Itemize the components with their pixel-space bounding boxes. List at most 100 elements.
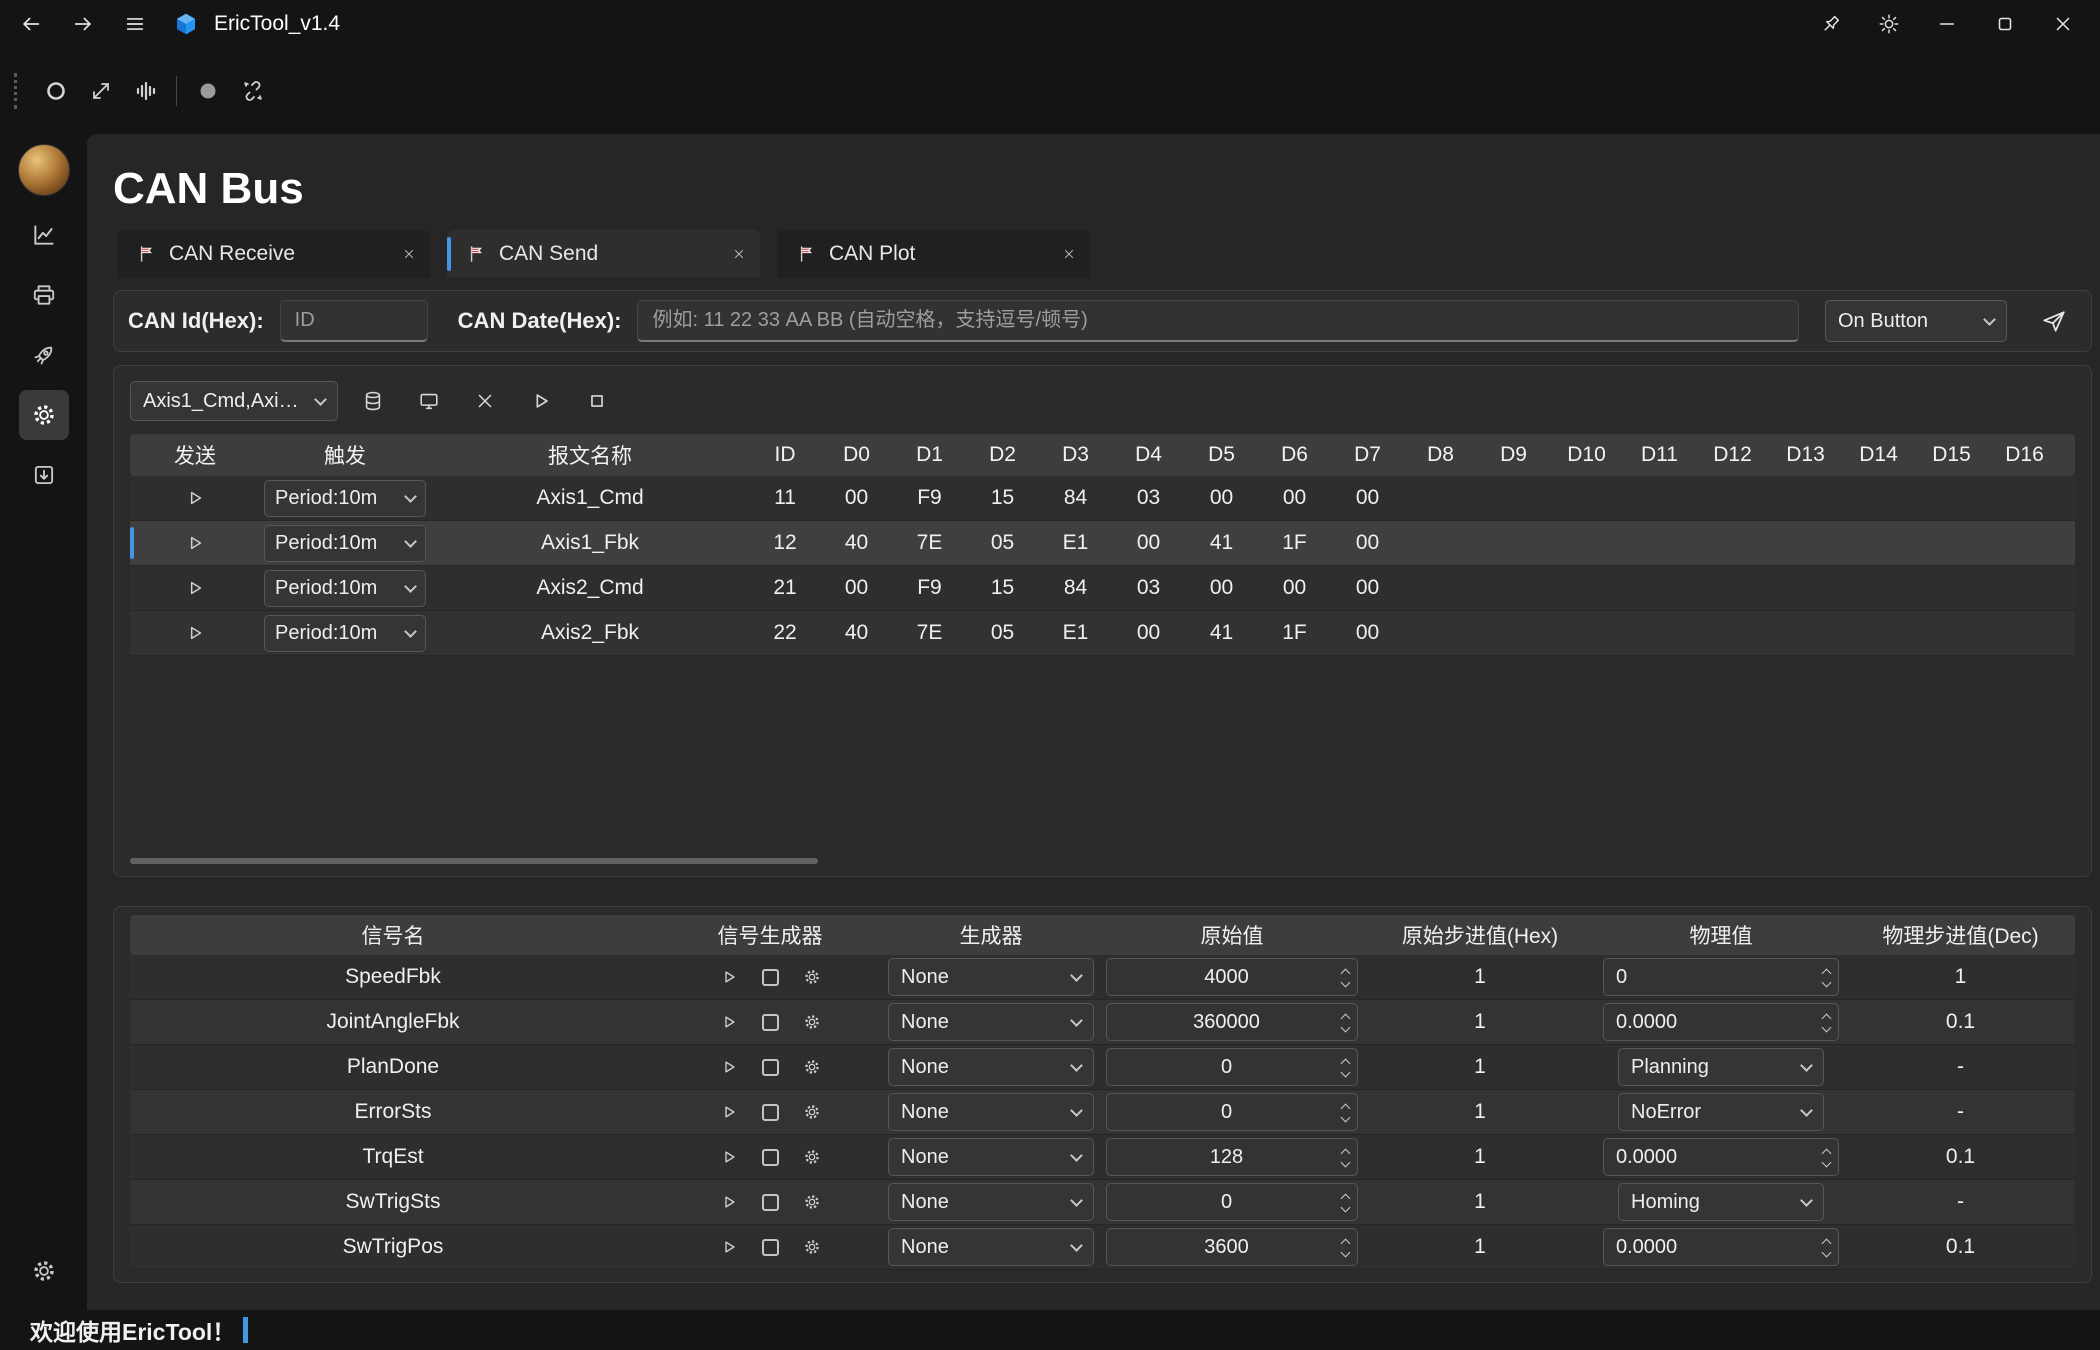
raw-value-spinner[interactable]: 0 (1106, 1048, 1358, 1086)
stop-button[interactable] (576, 380, 618, 422)
gear-panel-nav-button[interactable] (19, 390, 69, 440)
send-button[interactable] (2031, 298, 2077, 344)
tab-can-receive[interactable]: CAN Receive (117, 230, 430, 278)
spinner-buttons[interactable] (1823, 965, 1830, 990)
phys-value-spinner[interactable]: 0.0000 (1603, 1138, 1839, 1176)
spinner-buttons[interactable] (1342, 1100, 1349, 1125)
rocket-nav-button[interactable] (19, 330, 69, 380)
settings-nav-button[interactable] (19, 1246, 69, 1296)
status-circle-button[interactable] (33, 68, 78, 113)
can-id-input[interactable] (280, 300, 428, 342)
play-button[interactable] (520, 380, 562, 422)
import-nav-button[interactable] (19, 450, 69, 500)
play-icon[interactable] (720, 1103, 738, 1121)
phys-value-dropdown[interactable]: Planning (1618, 1048, 1824, 1086)
maximize-button[interactable] (1976, 3, 2034, 45)
generator-dropdown[interactable]: None (888, 1183, 1094, 1221)
checkbox-icon[interactable] (762, 969, 779, 986)
message-row[interactable]: Period:10mAxis1_Fbk12407E05E100411F00 (130, 521, 2075, 566)
close-button[interactable] (2034, 3, 2092, 45)
period-dropdown[interactable]: Period:10m (264, 615, 426, 652)
tab-close-icon[interactable] (1062, 247, 1076, 261)
checkbox-icon[interactable] (762, 1149, 779, 1166)
message-row[interactable]: Period:10mAxis1_Cmd1100F9158403000000 (130, 476, 2075, 521)
checkbox-icon[interactable] (762, 1104, 779, 1121)
forward-button[interactable] (60, 3, 106, 45)
generator-dropdown[interactable]: None (888, 1048, 1094, 1086)
checkbox-icon[interactable] (762, 1059, 779, 1076)
close-button[interactable] (464, 380, 506, 422)
raw-value-spinner[interactable]: 0 (1106, 1183, 1358, 1221)
phys-value-dropdown[interactable]: NoError (1618, 1093, 1824, 1131)
spinner-buttons[interactable] (1342, 965, 1349, 990)
gear-icon[interactable] (803, 968, 821, 986)
phys-value-spinner[interactable]: 0.0000 (1603, 1228, 1839, 1266)
play-icon[interactable] (720, 1238, 738, 1256)
message-row[interactable]: Period:10mAxis2_Fbk22407E05E100411F00 (130, 611, 2075, 656)
connect-button[interactable] (78, 68, 123, 113)
unlink-button[interactable] (230, 68, 275, 113)
phys-value-dropdown[interactable]: Homing (1618, 1183, 1824, 1221)
generator-dropdown[interactable]: None (888, 958, 1094, 996)
tab-close-icon[interactable] (402, 247, 416, 261)
play-icon[interactable] (720, 1193, 738, 1211)
back-button[interactable] (8, 3, 54, 45)
raw-value-spinner[interactable]: 128 (1106, 1138, 1358, 1176)
spinner-buttons[interactable] (1823, 1010, 1830, 1035)
spinner-buttons[interactable] (1342, 1235, 1349, 1260)
gear-icon[interactable] (803, 1238, 821, 1256)
raw-value-spinner[interactable]: 3600 (1106, 1228, 1358, 1266)
gear-icon[interactable] (803, 1058, 821, 1076)
play-icon[interactable] (185, 488, 205, 508)
spinner-buttons[interactable] (1823, 1145, 1830, 1170)
checkbox-icon[interactable] (762, 1194, 779, 1211)
raw-value-spinner[interactable]: 0 (1106, 1093, 1358, 1131)
play-icon[interactable] (720, 1058, 738, 1076)
gear-icon[interactable] (803, 1148, 821, 1166)
message-selector-dropdown[interactable]: Axis1_Cmd,Axi… (130, 381, 338, 421)
gear-icon[interactable] (803, 1193, 821, 1211)
menu-button[interactable] (112, 3, 158, 45)
theme-button[interactable] (1860, 3, 1918, 45)
user-avatar[interactable] (18, 144, 70, 196)
spinner-buttons[interactable] (1342, 1055, 1349, 1080)
spinner-buttons[interactable] (1823, 1235, 1830, 1260)
printer-nav-button[interactable] (19, 270, 69, 320)
generator-dropdown[interactable]: None (888, 1093, 1094, 1131)
gear-icon[interactable] (803, 1013, 821, 1031)
record-button[interactable] (185, 68, 230, 113)
database-button[interactable] (352, 380, 394, 422)
message-row[interactable]: Period:10mAxis2_Cmd2100F9158403000000 (130, 566, 2075, 611)
generator-dropdown[interactable]: None (888, 1003, 1094, 1041)
spinner-buttons[interactable] (1342, 1145, 1349, 1170)
chart-nav-button[interactable] (19, 210, 69, 260)
spinner-buttons[interactable] (1342, 1010, 1349, 1035)
checkbox-icon[interactable] (762, 1239, 779, 1256)
monitor-button[interactable] (408, 380, 450, 422)
pin-button[interactable] (1802, 3, 1860, 45)
play-icon[interactable] (720, 1013, 738, 1031)
phys-value-spinner[interactable]: 0.0000 (1603, 1003, 1839, 1041)
play-icon[interactable] (720, 968, 738, 986)
raw-value-spinner[interactable]: 360000 (1106, 1003, 1358, 1041)
tab-close-icon[interactable] (732, 247, 746, 261)
period-dropdown[interactable]: Period:10m (264, 480, 426, 517)
spinner-buttons[interactable] (1342, 1190, 1349, 1215)
generator-dropdown[interactable]: None (888, 1138, 1094, 1176)
horizontal-scrollbar[interactable] (130, 858, 818, 864)
play-icon[interactable] (185, 578, 205, 598)
tab-can-plot[interactable]: CAN Plot (777, 230, 1090, 278)
minimize-button[interactable] (1918, 3, 1976, 45)
play-icon[interactable] (720, 1148, 738, 1166)
raw-value-spinner[interactable]: 4000 (1106, 958, 1358, 996)
play-icon[interactable] (185, 623, 205, 643)
generator-dropdown[interactable]: None (888, 1228, 1094, 1266)
period-dropdown[interactable]: Period:10m (264, 525, 426, 562)
gear-icon[interactable] (803, 1103, 821, 1121)
can-data-input[interactable] (637, 300, 1799, 342)
signal-bars-button[interactable] (123, 68, 168, 113)
checkbox-icon[interactable] (762, 1014, 779, 1031)
period-dropdown[interactable]: Period:10m (264, 570, 426, 607)
phys-value-spinner[interactable]: 0 (1603, 958, 1839, 996)
trigger-mode-dropdown[interactable]: On Button (1825, 300, 2007, 342)
